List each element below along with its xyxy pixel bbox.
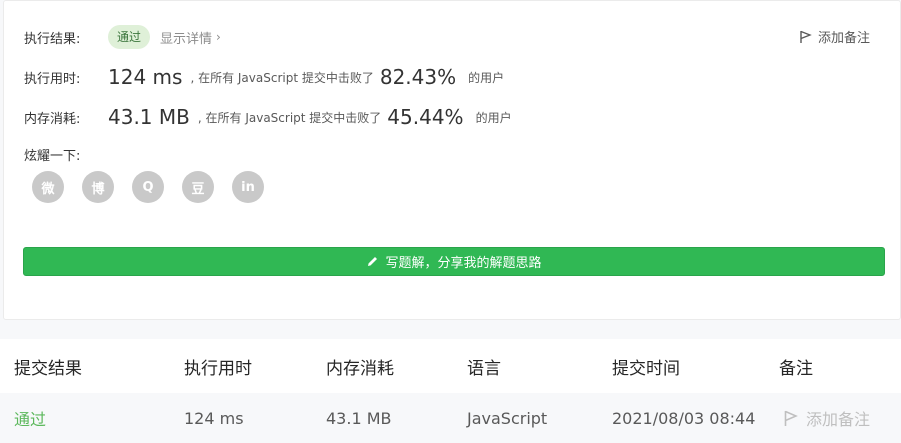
header-memory: 内存消耗 <box>326 358 394 379</box>
add-note-label: 添加备注 <box>817 31 870 46</box>
status-badge: 通过 <box>108 25 151 49</box>
runtime-tail: 的用户 <box>468 70 505 85</box>
header-time: 提交时间 <box>612 358 680 379</box>
show-details-label: 显示详情 <box>160 31 213 47</box>
chevron-right-icon: › <box>216 30 221 44</box>
share-label: 炫耀一下: <box>24 149 81 164</box>
share-label-row: 炫耀一下: <box>24 145 108 164</box>
write-solution-button[interactable]: 写题解，分享我的解题思路 <box>23 247 885 276</box>
write-solution-label: 写题解，分享我的解题思路 <box>385 256 542 271</box>
memory-label: 内存消耗: <box>24 111 81 127</box>
row-runtime: 124 ms <box>184 408 244 428</box>
add-note-button[interactable]: 添加备注 <box>800 27 870 46</box>
header-runtime: 执行用时 <box>184 358 252 379</box>
row-add-note-button[interactable]: 添加备注 <box>784 406 870 430</box>
flag-icon <box>800 30 812 43</box>
show-details-link[interactable]: 显示详情 › <box>160 28 221 47</box>
weibo-icon[interactable]: 博 <box>82 171 114 203</box>
linkedin-icon[interactable]: in <box>232 171 264 203</box>
memory-beat-text: , 在所有 JavaScript 提交中击败了 <box>197 110 382 125</box>
header-language: 语言 <box>467 358 501 379</box>
runtime-row: 执行用时: 124 ms , 在所有 JavaScript 提交中击败了 82.… <box>24 65 504 89</box>
runtime-beat-text: , 在所有 JavaScript 提交中击败了 <box>190 70 374 85</box>
share-buttons: 微 博 Q 豆 in <box>32 171 282 203</box>
qq-icon[interactable]: Q <box>132 171 164 203</box>
row-language: JavaScript <box>467 408 548 428</box>
memory-row: 内存消耗: 43.1 MB , 在所有 JavaScript 提交中击败了 45… <box>24 105 512 129</box>
table-header: 提交结果 执行用时 内存消耗 语言 提交时间 备注 <box>0 339 901 393</box>
row-result-link[interactable]: 通过 <box>14 406 46 430</box>
memory-tail: 的用户 <box>475 110 512 125</box>
runtime-percent: 82.43% <box>379 65 457 89</box>
memory-value: 43.1 MB <box>108 105 190 129</box>
douban-icon[interactable]: 豆 <box>182 171 214 203</box>
wechat-icon[interactable]: 微 <box>32 171 64 203</box>
runtime-value: 124 ms <box>108 65 183 89</box>
runtime-label: 执行用时: <box>24 71 81 87</box>
flag-icon <box>784 410 798 426</box>
result-panel: 执行结果: 通过 显示详情 › 添加备注 执行用时: 124 ms , 在所有 … <box>3 0 901 320</box>
row-add-note-label: 添加备注 <box>806 410 871 429</box>
header-note: 备注 <box>779 358 813 379</box>
row-time: 2021/08/03 08:44 <box>612 408 756 428</box>
pencil-icon <box>368 257 378 266</box>
memory-percent: 45.44% <box>387 105 464 129</box>
result-label: 执行结果: <box>24 31 81 47</box>
header-result: 提交结果 <box>14 358 82 379</box>
result-row: 执行结果: 通过 显示详情 › <box>24 25 221 49</box>
row-memory: 43.1 MB <box>326 408 392 428</box>
submission-table: 提交结果 执行用时 内存消耗 语言 提交时间 备注 通过 124 ms 43.1… <box>0 339 901 443</box>
table-row: 通过 124 ms 43.1 MB JavaScript 2021/08/03 … <box>0 393 901 443</box>
